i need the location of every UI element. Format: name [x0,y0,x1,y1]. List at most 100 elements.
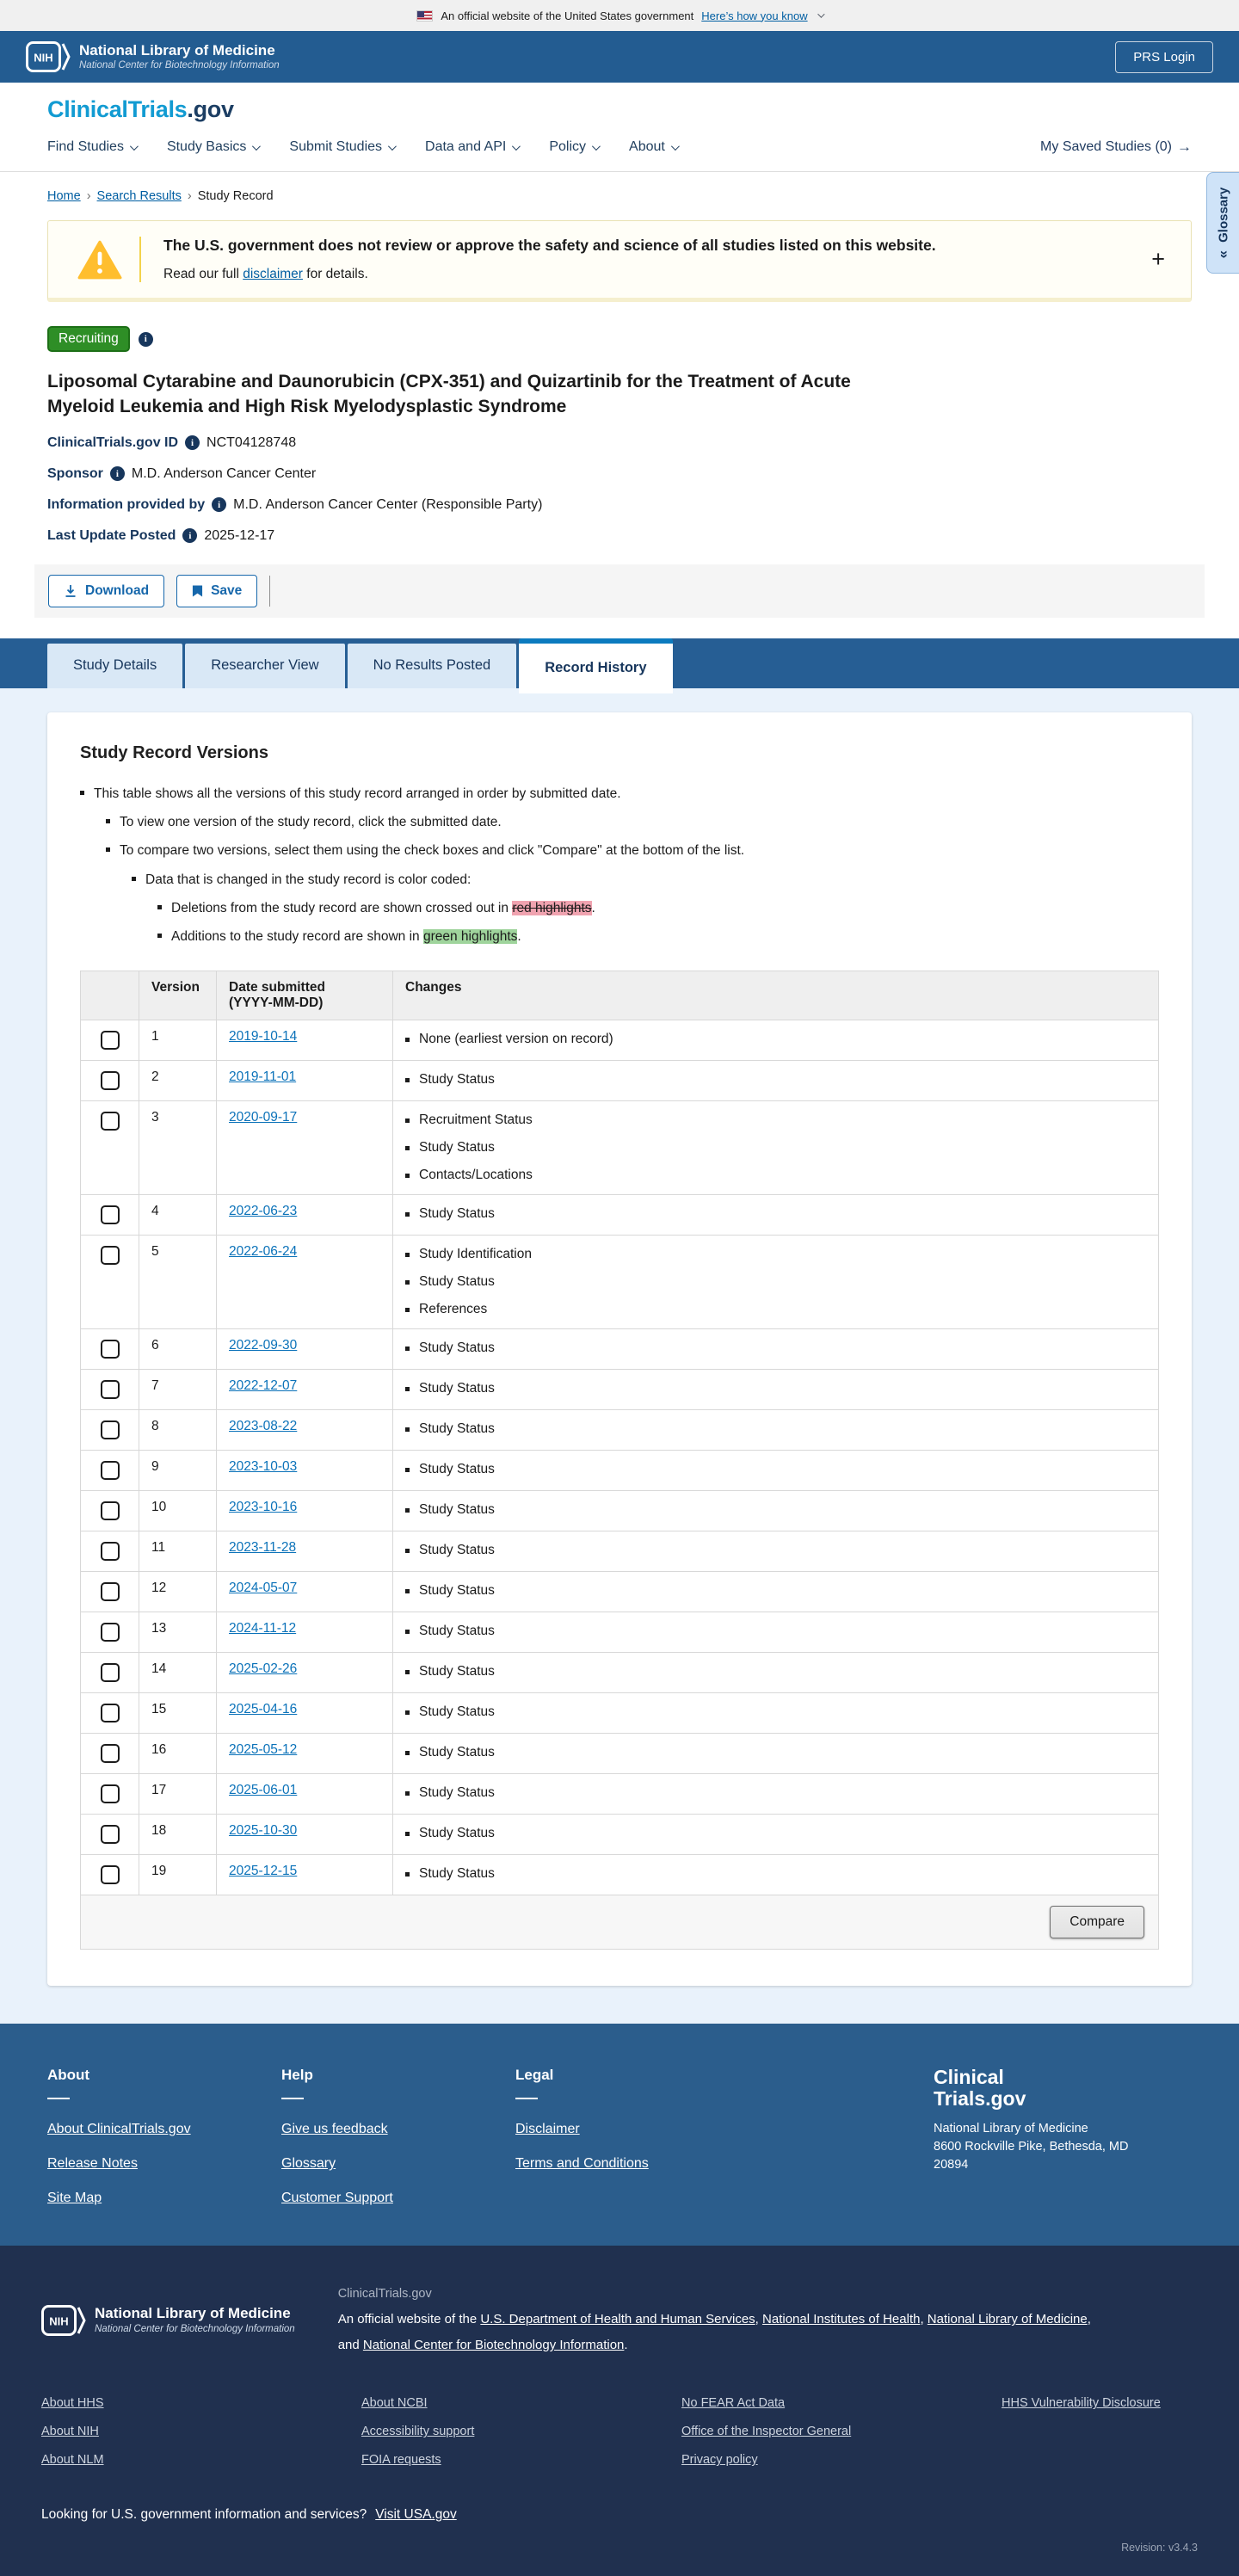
footer-link[interactable]: Release Notes [47,2156,138,2172]
version-date-link[interactable]: 2025-10-30 [229,1823,297,1838]
nav-item-find-studies[interactable]: Find Studies [47,139,139,155]
footer-link[interactable]: Glossary [281,2156,336,2172]
info-icon[interactable] [212,497,227,513]
version-date-link[interactable]: 2023-10-03 [229,1459,297,1474]
version-date-link[interactable]: 2025-05-12 [229,1742,297,1757]
version-date-link[interactable]: 2024-05-07 [229,1581,297,1595]
table-row: 1 2019-10-14 None (earliest version on rec… [80,1020,1159,1062]
version-checkbox[interactable] [100,1340,120,1359]
download-button[interactable]: Download [48,574,165,607]
subfooter-link[interactable]: No FEAR Act Data [681,2396,1002,2410]
version-checkbox[interactable] [100,1784,120,1804]
version-checkbox[interactable] [100,1112,120,1131]
version-date-link[interactable]: 2023-11-28 [229,1540,296,1555]
footer-link[interactable]: Site Map [47,2191,102,2206]
change-item: Study Status [405,1502,1146,1518]
version-date-link[interactable]: 2024-11-12 [229,1621,296,1636]
nlm-footer-logo[interactable]: NIH National Library of Medicine Nationa… [41,2282,295,2358]
save-button[interactable]: Save [176,574,258,607]
tab-researcher-view[interactable]: Researcher View [185,643,345,688]
version-date-link[interactable]: 2020-09-17 [229,1110,297,1125]
version-date-link[interactable]: 2019-10-14 [229,1029,297,1044]
version-checkbox[interactable] [100,1380,120,1400]
version-checkbox[interactable] [100,1542,120,1562]
version-date-link[interactable]: 2025-04-16 [229,1702,297,1716]
glossary-tab-label: Glossary [1216,187,1230,243]
subfooter-link[interactable]: Office of the Inspector General [681,2425,1002,2438]
version-checkbox[interactable] [100,1865,120,1885]
version-date-link[interactable]: 2022-06-23 [229,1204,297,1218]
footer-link[interactable]: About ClinicalTrials.gov [47,2122,191,2137]
subfooter-link[interactable]: About HHS [41,2396,361,2410]
footer-link[interactable]: Terms and Conditions [515,2156,649,2172]
subfooter-link[interactable]: HHS Vulnerability Disclosure [1002,2396,1198,2410]
version-checkbox[interactable] [100,1582,120,1602]
prs-login-button[interactable]: PRS Login [1115,40,1213,73]
version-date-link[interactable]: 2025-12-15 [229,1864,297,1878]
info-icon[interactable] [138,331,153,347]
clinicaltrials-logo[interactable]: ClinicalTrials.gov [47,96,1192,123]
tab-study-details[interactable]: Study Details [47,643,183,688]
version-checkbox[interactable] [100,1461,120,1481]
subfooter-link[interactable]: About NCBI [361,2396,681,2410]
chevron-down-icon [387,141,397,151]
my-saved-studies-link[interactable]: My Saved Studies (0) [1040,139,1192,156]
footer-link[interactable]: Give us feedback [281,2122,388,2137]
version-checkbox[interactable] [100,1071,120,1091]
version-checkbox[interactable] [100,1704,120,1723]
breadcrumb-search-results[interactable]: Search Results [97,189,182,203]
version-date-link[interactable]: 2025-06-01 [229,1783,297,1797]
subfooter-link[interactable]: FOIA requests [361,2453,681,2467]
versions-notes: This table shows all the versions of thi… [80,784,1159,947]
table-row: 7 2022-12-07 Study Status [80,1369,1159,1411]
tab-record-history[interactable]: Record History [519,638,673,693]
breadcrumb-home[interactable]: Home [47,189,81,203]
version-checkbox[interactable] [100,1246,120,1266]
compare-button[interactable]: Compare [1050,1906,1144,1939]
subfooter-link[interactable]: Accessibility support [361,2425,681,2438]
version-checkbox[interactable] [100,1825,120,1845]
info-icon[interactable] [109,466,125,482]
versions-table-body: 1 2019-10-14 None (earliest version on rec… [80,1020,1159,1896]
nav-item-data-and-api[interactable]: Data and API [425,139,521,155]
footer-link[interactable]: Customer Support [281,2191,393,2206]
version-date-link[interactable]: 2025-02-26 [229,1661,297,1676]
glossary-side-tab[interactable]: Glossary [1206,172,1239,274]
version-checkbox[interactable] [100,1744,120,1764]
nav-item-study-basics[interactable]: Study Basics [167,139,262,155]
version-date-link[interactable]: 2022-12-07 [229,1378,297,1393]
official-site-link[interactable]: National Institutes of Health [762,2312,920,2326]
nav-item-policy[interactable]: Policy [549,139,601,155]
version-checkbox[interactable] [100,1205,120,1225]
meta-label-id: ClinicalTrials.gov ID [47,434,179,450]
divider [47,2098,70,2100]
version-checkbox[interactable] [100,1663,120,1683]
info-icon[interactable] [182,528,198,544]
version-date-link[interactable]: 2022-06-24 [229,1244,297,1259]
visit-usa-gov-link[interactable]: Visit USA.gov [375,2507,456,2522]
disclaimer-link[interactable]: disclaimer [243,267,303,281]
version-date-link[interactable]: 2022-09-30 [229,1338,297,1353]
subfooter-link[interactable]: About NLM [41,2453,361,2467]
nih-logo-icon: NIH [26,41,71,72]
version-date-link[interactable]: 2023-08-22 [229,1419,297,1433]
version-date-link[interactable]: 2019-11-01 [229,1069,296,1084]
heres-how-you-know-link[interactable]: Here’s how you know [701,9,807,22]
version-date-link[interactable]: 2023-10-16 [229,1500,297,1514]
banner-expand-button[interactable] [1144,246,1172,273]
version-checkbox[interactable] [100,1420,120,1440]
subfooter-link[interactable]: About NIH [41,2425,361,2438]
nih-logo[interactable]: NIH National Library of Medicine Nationa… [26,41,280,72]
version-checkbox[interactable] [100,1501,120,1521]
official-site-link[interactable]: National Center for Biotechnology Inform… [363,2338,625,2352]
info-icon[interactable] [185,435,200,451]
official-site-link[interactable]: National Library of Medicine [928,2312,1088,2326]
official-site-link[interactable]: U.S. Department of Health and Human Serv… [480,2312,755,2326]
subfooter-link[interactable]: Privacy policy [681,2453,1002,2467]
version-checkbox[interactable] [100,1031,120,1051]
footer-link[interactable]: Disclaimer [515,2122,580,2137]
tab-no-results-posted[interactable]: No Results Posted [347,643,517,688]
version-checkbox[interactable] [100,1623,120,1642]
nav-item-submit-studies[interactable]: Submit Studies [289,139,397,155]
nav-item-about[interactable]: About [629,139,680,155]
